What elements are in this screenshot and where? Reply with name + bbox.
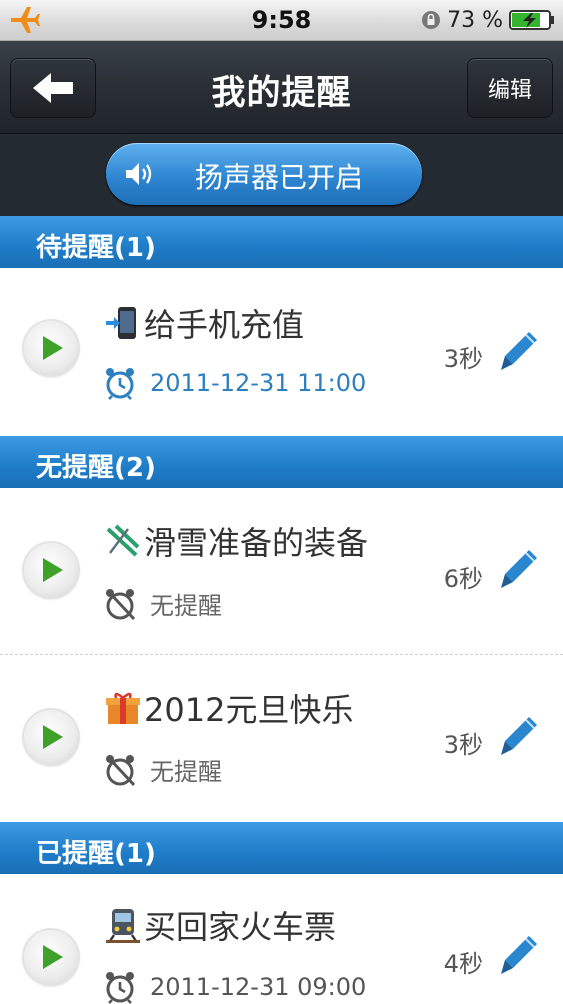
duration-label: 4秒	[443, 950, 483, 978]
alarm-off-icon	[106, 588, 136, 620]
section-header-pending: 待提醒(1)	[0, 216, 563, 268]
reminder-title-text: 滑雪准备的装备	[144, 524, 369, 562]
duration-label: 3秒	[443, 731, 483, 759]
reminder-time-text: 2011-12-31 09:00	[150, 973, 367, 1001]
gift-icon	[106, 692, 140, 724]
reminder-row[interactable]: 给手机充值 2011-12-31 11:00 3秒	[0, 268, 563, 436]
reminder-row[interactable]: 买回家火车票 2011-12-31 09:00 4秒	[0, 874, 563, 1004]
play-button[interactable]	[24, 543, 78, 597]
reminder-time-text: 2011-12-31 11:00	[150, 369, 367, 397]
reminder-time: 无提醒	[104, 586, 222, 621]
duration-label: 6秒	[443, 565, 483, 593]
reminder-row[interactable]: 滑雪准备的装备 无提醒 6秒	[0, 488, 563, 655]
edit-pencil-icon[interactable]	[499, 548, 539, 590]
nav-bar: 我的提醒 编辑	[0, 41, 563, 134]
reminder-title: 2012元旦快乐	[104, 685, 353, 731]
play-icon	[43, 558, 63, 582]
edit-pencil-icon[interactable]	[499, 715, 539, 757]
play-icon	[43, 336, 63, 360]
speaker-toolbar: 扬声器已开启	[0, 134, 563, 216]
ski-icon	[106, 524, 140, 557]
phone-charge-icon	[106, 307, 136, 339]
section-header-no-reminder: 无提醒(2)	[0, 436, 563, 488]
play-button[interactable]	[24, 321, 78, 375]
alarm-off-icon	[106, 754, 136, 786]
reminder-title: 买回家火车票	[104, 902, 336, 948]
reminder-time: 无提醒	[104, 752, 222, 787]
reminder-time-text: 无提醒	[150, 592, 222, 620]
section-title: 待提醒(1)	[36, 233, 156, 263]
reminder-title-text: 买回家火车票	[144, 908, 337, 946]
alarm-clock-icon	[106, 972, 134, 1004]
alarm-clock-icon	[106, 368, 134, 400]
play-button[interactable]	[24, 710, 78, 764]
status-bar: 9:58 73 %	[0, 0, 563, 41]
reminder-title-text: 给手机充值	[144, 306, 305, 344]
battery-percent: 73 %	[447, 7, 503, 33]
play-icon	[43, 725, 63, 749]
reminder-title: 给手机充值	[104, 300, 304, 346]
duration-label: 3秒	[443, 345, 483, 373]
edit-pencil-icon[interactable]	[499, 934, 539, 976]
play-button[interactable]	[24, 930, 78, 984]
section-title: 无提醒(2)	[36, 453, 156, 483]
play-icon	[43, 945, 63, 969]
reminder-time: 2011-12-31 09:00	[104, 970, 366, 1004]
reminder-time-text: 无提醒	[150, 758, 222, 786]
orientation-lock-icon	[422, 11, 441, 29]
section-title: 已提醒(1)	[36, 839, 156, 869]
reminder-time: 2011-12-31 11:00	[104, 366, 366, 400]
speaker-toggle-button[interactable]: 扬声器已开启	[106, 143, 422, 205]
battery-charging-icon	[509, 10, 554, 30]
train-icon	[106, 909, 140, 943]
reminder-title: 滑雪准备的装备	[104, 518, 368, 564]
edit-button[interactable]: 编辑	[467, 58, 553, 118]
reminder-title-text: 2012元旦快乐	[144, 691, 354, 729]
speaker-label: 扬声器已开启	[194, 161, 363, 194]
edit-pencil-icon[interactable]	[499, 330, 539, 372]
reminder-row[interactable]: 2012元旦快乐 无提醒 3秒	[0, 655, 563, 822]
section-header-reminded: 已提醒(1)	[0, 822, 563, 874]
